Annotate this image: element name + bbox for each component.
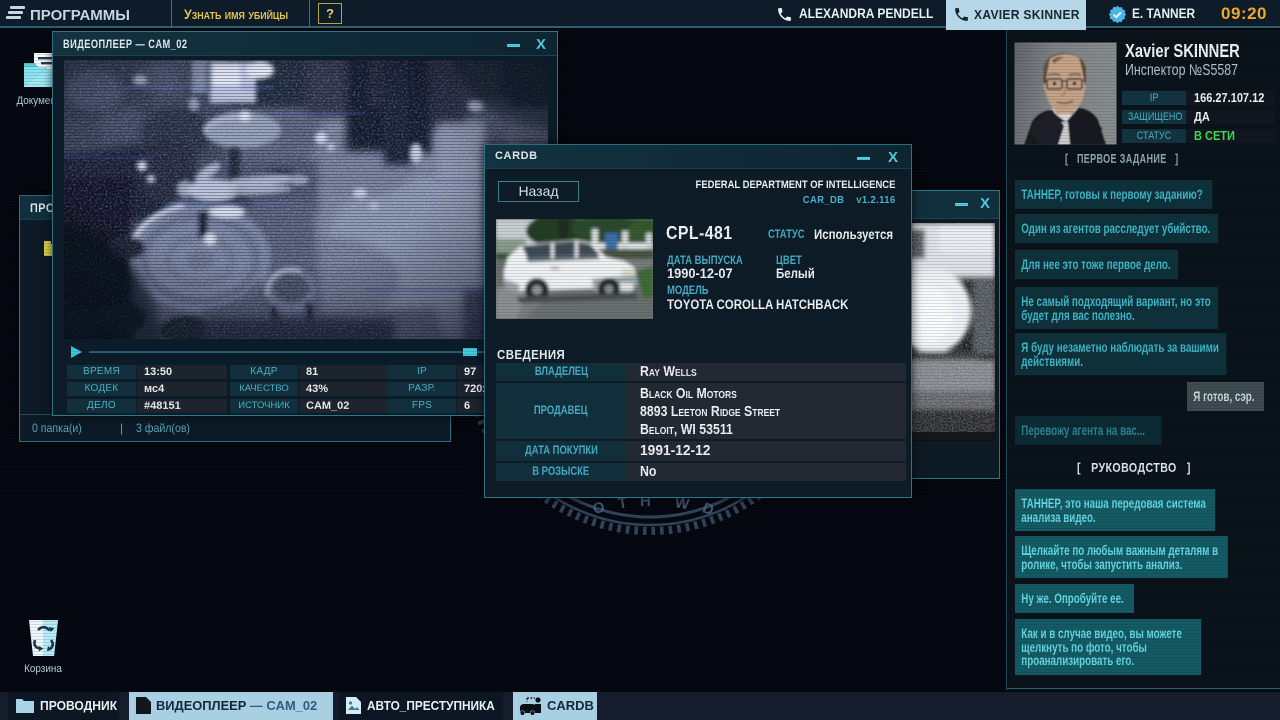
svg-text:D: D	[700, 499, 716, 519]
